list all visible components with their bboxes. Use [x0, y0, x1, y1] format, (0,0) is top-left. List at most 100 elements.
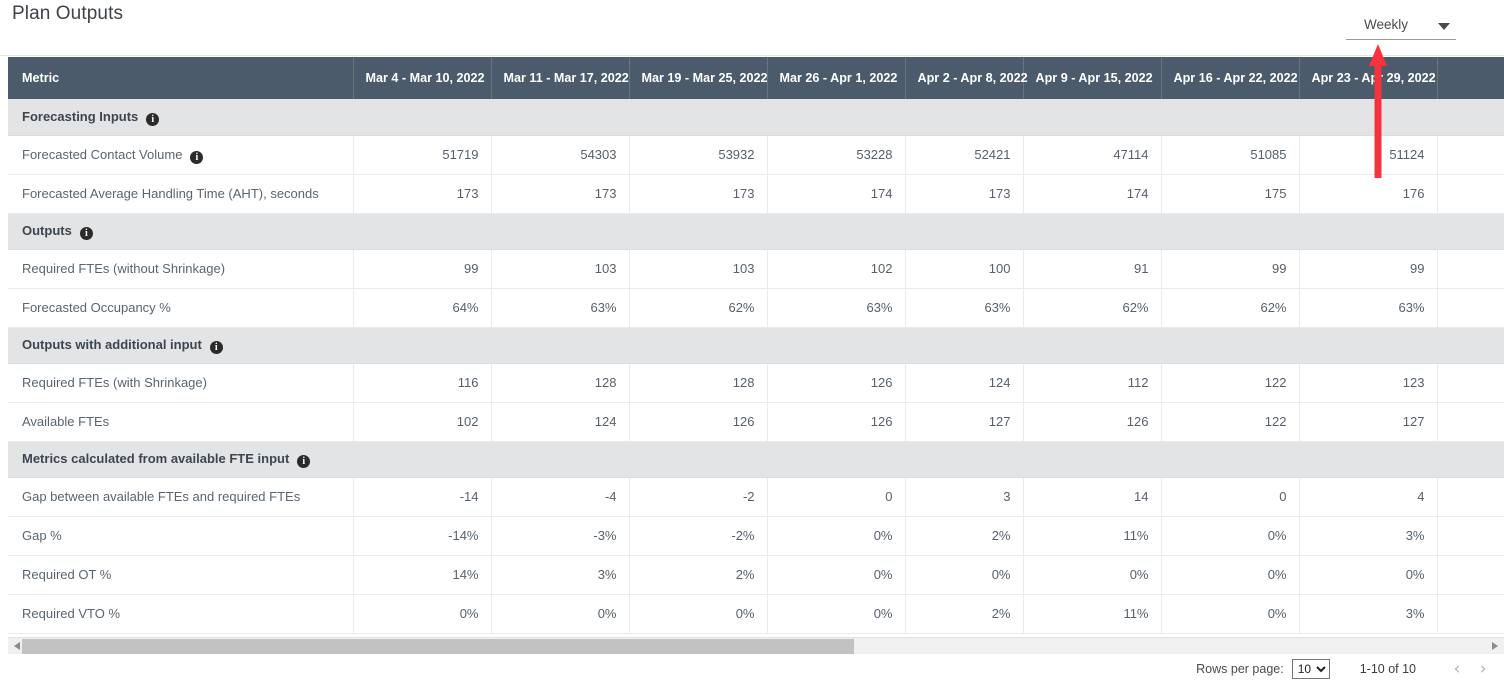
- metric-value-cell: 124: [491, 402, 629, 441]
- metric-value-cell: 0%: [491, 594, 629, 633]
- table-group-row: Forecasting Inputs i: [8, 99, 1504, 135]
- horizontal-scrollbar[interactable]: [8, 637, 1504, 654]
- info-icon[interactable]: i: [210, 341, 223, 354]
- metric-value-cell: 0%: [767, 555, 905, 594]
- scroll-right-arrow-icon[interactable]: [1492, 642, 1498, 650]
- metric-value-cell: 3%: [1299, 594, 1437, 633]
- metric-value-cell: 0: [767, 477, 905, 516]
- table-row: Required OT %14%3%2%0%0%0%0%0%: [8, 555, 1504, 594]
- table-row: Forecasted Contact Volumei51719543035393…: [8, 135, 1504, 174]
- table-row: Required FTEs (without Shrinkage)9910310…: [8, 249, 1504, 288]
- metric-value-cell: 0%: [767, 594, 905, 633]
- metric-name-cell: Forecasted Occupancy %: [8, 288, 353, 327]
- metric-value-cell: 0%: [1299, 555, 1437, 594]
- table-row: Gap %-14%-3%-2%0%2%11%0%3%: [8, 516, 1504, 555]
- metric-value-cell: 173: [629, 174, 767, 213]
- metric-value-cell: 0%: [1023, 555, 1161, 594]
- info-icon[interactable]: i: [146, 113, 159, 126]
- metric-label-text: Forecasted Occupancy %: [22, 300, 171, 315]
- metric-value-cell: 123: [1299, 363, 1437, 402]
- metric-value-cell: 3: [905, 477, 1023, 516]
- metric-value-cell: 63%: [905, 288, 1023, 327]
- scrollbar-thumb[interactable]: [22, 639, 854, 654]
- metric-value-cell: 91: [1023, 249, 1161, 288]
- metric-value-cell: 51124: [1299, 135, 1437, 174]
- chevron-left-icon[interactable]: ‹: [1444, 658, 1470, 680]
- metric-value-cell: 0%: [353, 594, 491, 633]
- rows-per-page-label: Rows per page:: [1196, 662, 1284, 676]
- rows-per-page-select[interactable]: 10: [1292, 659, 1330, 679]
- metric-value-cell: 0%: [1161, 516, 1299, 555]
- metric-value-cell: 0%: [1161, 594, 1299, 633]
- table-row: Available FTEs102124126126127126122127: [8, 402, 1504, 441]
- column-header-week-9[interactable]: Apr 30 - M: [1437, 57, 1504, 99]
- table-row: Required FTEs (with Shrinkage)1161281281…: [8, 363, 1504, 402]
- metric-value-cell: 122: [1161, 402, 1299, 441]
- metric-name-cell: Available FTEs: [8, 402, 353, 441]
- metric-value-cell: 127: [905, 402, 1023, 441]
- metric-value-cell: 174: [767, 174, 905, 213]
- metric-value-cell: 2%: [629, 555, 767, 594]
- scroll-left-arrow-icon[interactable]: [14, 642, 20, 650]
- column-header-week-5[interactable]: Apr 2 - Apr 8, 2022: [905, 57, 1023, 99]
- period-granularity-select[interactable]: Weekly: [1346, 13, 1456, 40]
- column-header-week-8[interactable]: Apr 23 - Apr 29, 2022: [1299, 57, 1437, 99]
- pagination-range-text: 1-10 of 10: [1360, 662, 1416, 676]
- metric-value-cell: 116: [353, 363, 491, 402]
- group-row-label: Forecasting Inputs i: [8, 99, 1504, 135]
- metric-value-cell: [1437, 363, 1504, 402]
- metric-name-cell: Forecasted Average Handling Time (AHT), …: [8, 174, 353, 213]
- table-group-row: Metrics calculated from available FTE in…: [8, 441, 1504, 477]
- column-header-week-3[interactable]: Mar 19 - Mar 25, 2022: [629, 57, 767, 99]
- table-row: Gap between available FTEs and required …: [8, 477, 1504, 516]
- column-header-week-4[interactable]: Mar 26 - Apr 1, 2022: [767, 57, 905, 99]
- metric-value-cell: 127: [1299, 402, 1437, 441]
- metric-value-cell: 0: [1161, 477, 1299, 516]
- metric-value-cell: 54303: [491, 135, 629, 174]
- metric-value-cell: 112: [1023, 363, 1161, 402]
- metric-value-cell: 52421: [905, 135, 1023, 174]
- column-header-metric[interactable]: Metric: [8, 57, 353, 99]
- table-header-row: Metric Mar 4 - Mar 10, 2022 Mar 11 - Mar…: [8, 57, 1504, 99]
- metric-value-cell: 102: [353, 402, 491, 441]
- group-label-text: Forecasting Inputs: [22, 109, 138, 124]
- metric-value-cell: 126: [767, 402, 905, 441]
- metric-value-cell: 62%: [1161, 288, 1299, 327]
- metric-value-cell: 99: [353, 249, 491, 288]
- metric-value-cell: [1437, 288, 1504, 327]
- metric-value-cell: 175: [1161, 174, 1299, 213]
- page-header: Plan Outputs Weekly: [0, 0, 1504, 56]
- metric-name-cell: Forecasted Contact Volume i: [8, 135, 353, 174]
- metric-name-cell: Gap between available FTEs and required …: [8, 477, 353, 516]
- info-icon[interactable]: i: [190, 151, 203, 164]
- column-header-week-7[interactable]: Apr 16 - Apr 22, 2022: [1161, 57, 1299, 99]
- metric-label-text: Required FTEs (without Shrinkage): [22, 261, 225, 276]
- group-label-text: Metrics calculated from available FTE in…: [22, 451, 289, 466]
- column-header-week-1[interactable]: Mar 4 - Mar 10, 2022: [353, 57, 491, 99]
- metric-value-cell: -2%: [629, 516, 767, 555]
- metric-name-cell: Gap %: [8, 516, 353, 555]
- metric-value-cell: -4: [491, 477, 629, 516]
- page-title: Plan Outputs: [12, 3, 123, 25]
- metric-label-text: Forecasted Contact Volume: [22, 147, 182, 162]
- table-footer: Rows per page: 10 1-10 of 10 ‹ ›: [0, 655, 1504, 682]
- plan-outputs-table-container[interactable]: Metric Mar 4 - Mar 10, 2022 Mar 11 - Mar…: [8, 57, 1504, 635]
- info-icon[interactable]: i: [297, 455, 310, 468]
- metric-value-cell: -14: [353, 477, 491, 516]
- chevron-right-icon[interactable]: ›: [1470, 658, 1496, 680]
- metric-value-cell: [1437, 249, 1504, 288]
- metric-value-cell: 3%: [491, 555, 629, 594]
- metric-value-cell: 63%: [491, 288, 629, 327]
- table-row: Forecasted Average Handling Time (AHT), …: [8, 174, 1504, 213]
- metric-value-cell: 103: [629, 249, 767, 288]
- column-header-week-2[interactable]: Mar 11 - Mar 17, 2022: [491, 57, 629, 99]
- metric-value-cell: -3%: [491, 516, 629, 555]
- table-group-row: Outputs with additional inputi: [8, 327, 1504, 363]
- column-header-week-6[interactable]: Apr 9 - Apr 15, 2022: [1023, 57, 1161, 99]
- info-icon[interactable]: i: [80, 227, 93, 240]
- metric-label-text: Required OT %: [22, 567, 111, 582]
- metric-value-cell: 2%: [905, 594, 1023, 633]
- metric-value-cell: 2%: [905, 516, 1023, 555]
- table-row: Forecasted Occupancy %64%63%62%63%63%62%…: [8, 288, 1504, 327]
- metric-value-cell: 103: [491, 249, 629, 288]
